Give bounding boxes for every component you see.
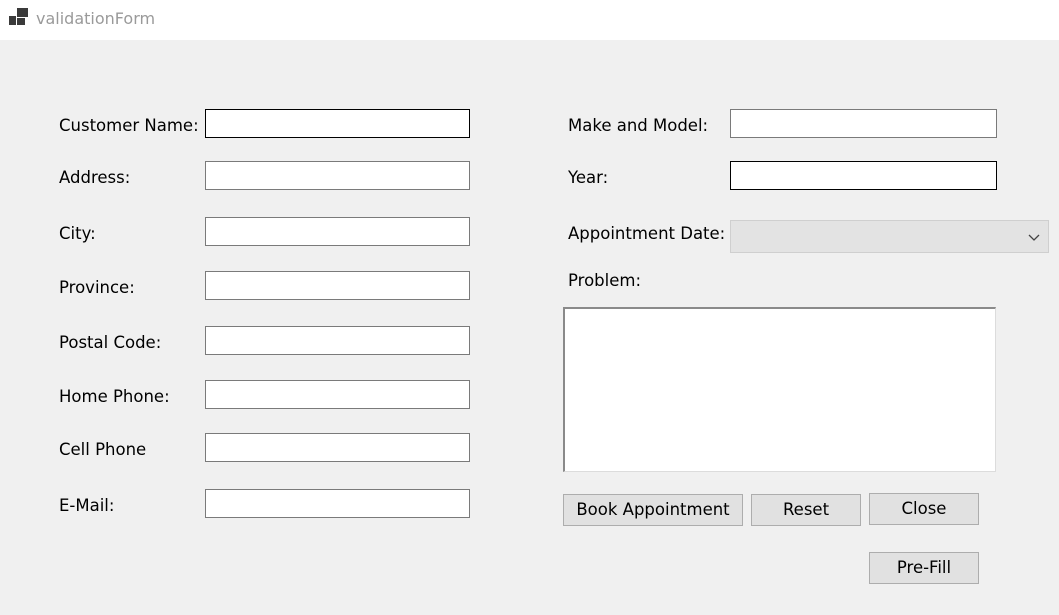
appointment-date-label: Appointment Date: (568, 224, 726, 243)
customer-name-field[interactable] (205, 109, 470, 138)
home-phone-label: Home Phone: (59, 387, 170, 406)
year-label: Year: (568, 168, 609, 187)
address-label: Address: (59, 168, 131, 187)
city-field[interactable] (205, 217, 470, 246)
book-appointment-button[interactable]: Book Appointment (563, 494, 743, 526)
reset-button[interactable]: Reset (751, 494, 861, 526)
title-bar: validationForm (0, 0, 1059, 40)
home-phone-field[interactable] (205, 380, 470, 409)
app-window-icon (9, 8, 29, 26)
pre-fill-button[interactable]: Pre-Fill (869, 552, 979, 584)
customer-name-label: Customer Name: (59, 116, 199, 135)
cell-phone-field[interactable] (205, 433, 470, 462)
window-title: validationForm (36, 9, 156, 28)
email-field[interactable] (205, 489, 470, 518)
address-field[interactable] (205, 161, 470, 190)
email-label: E-Mail: (59, 496, 115, 515)
appointment-date-dropdown[interactable] (730, 220, 1049, 253)
problem-label: Problem: (568, 271, 642, 290)
year-field[interactable] (730, 161, 997, 190)
chevron-down-icon[interactable] (1028, 231, 1040, 243)
province-field[interactable] (205, 271, 470, 300)
problem-textarea[interactable] (563, 307, 996, 472)
postal-code-label: Postal Code: (59, 333, 162, 352)
close-button[interactable]: Close (869, 493, 979, 525)
province-label: Province: (59, 278, 135, 297)
make-model-label: Make and Model: (568, 116, 709, 135)
cell-phone-label: Cell Phone (59, 440, 147, 459)
postal-code-field[interactable] (205, 326, 470, 355)
make-model-field[interactable] (730, 109, 997, 138)
city-label: City: (59, 224, 96, 243)
